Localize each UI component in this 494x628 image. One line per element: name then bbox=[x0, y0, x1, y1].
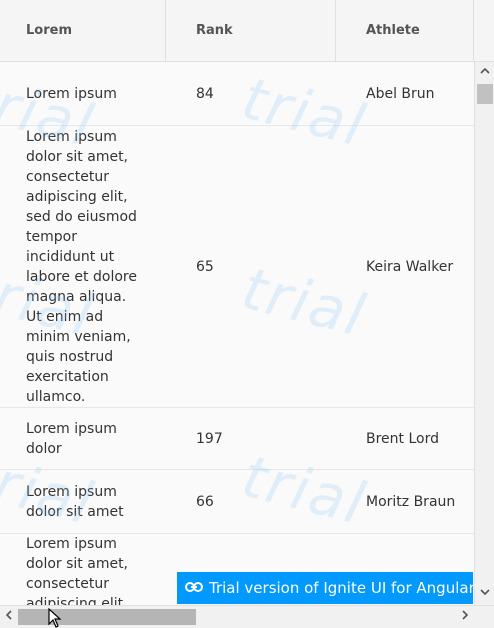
grid-body: Lorem ipsum 84 Abel Brun Lorem ipsum dol… bbox=[0, 62, 474, 605]
cell-rank[interactable]: 197 bbox=[196, 408, 316, 469]
grid-header: Lorem Rank Athlete bbox=[0, 0, 474, 62]
column-header-lorem[interactable]: Lorem bbox=[0, 0, 166, 61]
mouse-cursor-icon bbox=[48, 607, 62, 628]
column-header-rank[interactable]: Rank bbox=[166, 0, 336, 61]
cell-athlete[interactable]: Brent Lord bbox=[366, 408, 474, 469]
scroll-left-arrow-icon[interactable] bbox=[0, 606, 18, 628]
vertical-scrollbar[interactable] bbox=[474, 62, 494, 605]
scroll-right-arrow-icon[interactable] bbox=[456, 606, 474, 628]
header-scroll-spacer bbox=[474, 0, 494, 62]
cell-lorem[interactable]: Lorem ipsum dolor bbox=[26, 408, 144, 469]
data-grid: Lorem Rank Athlete Lorem ipsum 84 Abel B… bbox=[0, 0, 494, 628]
cell-athlete[interactable]: Moritz Braun bbox=[366, 470, 474, 533]
scroll-up-arrow-icon[interactable] bbox=[475, 64, 494, 82]
link-icon bbox=[185, 579, 209, 597]
cell-rank[interactable]: 65 bbox=[196, 126, 316, 407]
cell-lorem[interactable]: Lorem ipsum dolor sit amet, consectetur … bbox=[26, 534, 144, 605]
column-header-athlete[interactable]: Athlete bbox=[336, 0, 474, 61]
table-row[interactable]: Lorem ipsum dolor sit amet 66 Moritz Bra… bbox=[0, 470, 474, 534]
cell-lorem[interactable]: Lorem ipsum dolor sit amet, consectetur … bbox=[26, 126, 144, 407]
cell-athlete[interactable]: Keira Walker bbox=[366, 126, 474, 407]
scroll-down-arrow-icon[interactable] bbox=[475, 585, 494, 603]
trial-banner-text: Trial version of Ignite UI for Angular bbox=[209, 579, 475, 597]
table-row[interactable]: Lorem ipsum dolor 197 Brent Lord bbox=[0, 408, 474, 470]
trial-version-banner[interactable]: Trial version of Ignite UI for Angular bbox=[177, 572, 475, 604]
table-row[interactable]: Lorem ipsum dolor sit amet, consectetur … bbox=[0, 126, 474, 408]
horizontal-scrollbar[interactable] bbox=[0, 605, 494, 628]
cell-lorem[interactable]: Lorem ipsum dolor sit amet bbox=[26, 470, 144, 533]
table-row[interactable]: Lorem ipsum 84 Abel Brun bbox=[0, 62, 474, 126]
horizontal-scroll-thumb[interactable] bbox=[18, 609, 196, 625]
cell-athlete[interactable]: Abel Brun bbox=[366, 62, 474, 125]
vertical-scroll-thumb[interactable] bbox=[477, 84, 493, 104]
cell-rank[interactable]: 84 bbox=[196, 62, 316, 125]
cell-lorem[interactable]: Lorem ipsum bbox=[26, 62, 144, 125]
cell-rank[interactable]: 66 bbox=[196, 470, 316, 533]
